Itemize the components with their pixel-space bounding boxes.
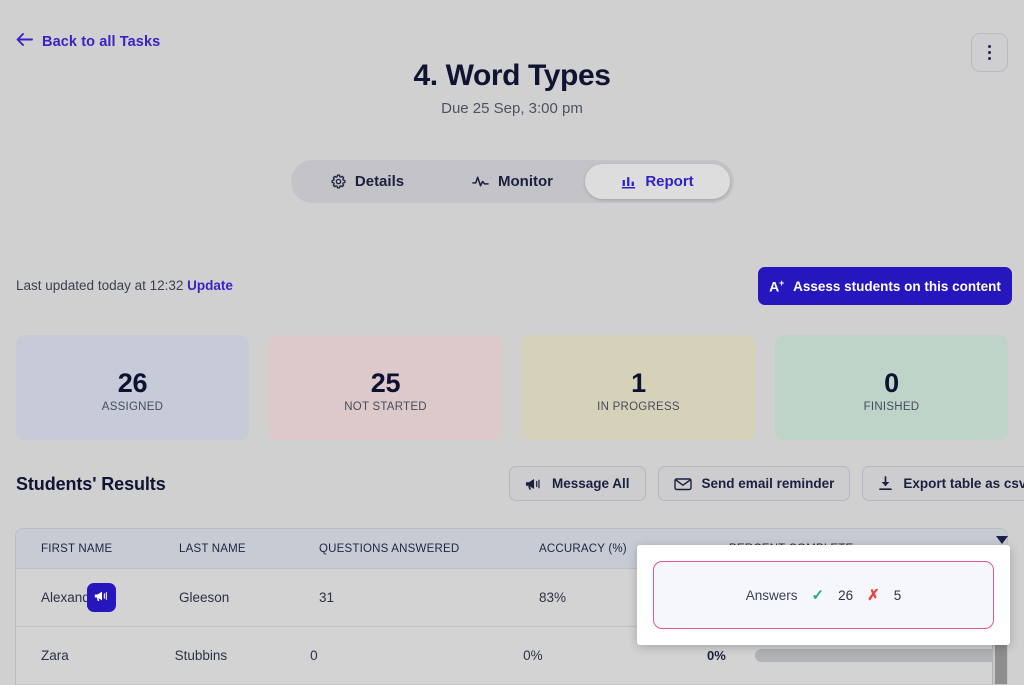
cell-questions-answered: 31 <box>319 590 335 605</box>
send-email-reminder-label: Send email reminder <box>701 476 835 491</box>
results-action-bar: Message All Send email reminder Export t… <box>509 466 1024 501</box>
column-sort-caret-icon[interactable] <box>996 536 1008 544</box>
more-vertical-icon-dot <box>987 45 992 49</box>
title-block: 4. Word Types Due 25 Sep, 3:00 pm <box>0 56 1024 117</box>
back-to-all-tasks-link[interactable]: Back to all Tasks <box>16 33 160 50</box>
answers-correct-value: 26 <box>838 587 854 603</box>
download-icon <box>878 476 893 491</box>
stat-card-assigned: 26 ASSIGNED <box>16 335 249 440</box>
stat-card-not-started: 25 NOT STARTED <box>269 335 502 440</box>
cell-questions-answered: 0 <box>310 648 318 663</box>
message-all-label: Message All <box>552 476 630 491</box>
stat-card-in-progress: 1 IN PROGRESS <box>522 335 755 440</box>
cross-icon: ✗ <box>867 587 880 604</box>
column-header-last-name[interactable]: LAST NAME <box>179 543 319 555</box>
first-name-text: Zara <box>41 648 69 663</box>
stat-label: ASSIGNED <box>101 400 164 413</box>
students-results-title: Students' Results <box>16 474 166 494</box>
stat-label: NOT STARTED <box>344 400 427 413</box>
last-updated-text: Last updated today at 12:32 Update <box>16 278 233 293</box>
column-header-questions-answered[interactable]: QUESTIONS ANSWERED <box>319 543 539 555</box>
assess-students-button[interactable]: A+ Assess students on this content <box>758 267 1012 305</box>
send-email-reminder-button[interactable]: Send email reminder <box>657 466 851 501</box>
tab-report[interactable]: Report <box>585 164 730 199</box>
cell-last-name: Gleeson <box>179 590 230 605</box>
tab-bar: Details Monitor Report <box>291 160 734 203</box>
message-all-button[interactable]: Message All <box>509 466 646 501</box>
envelope-icon <box>673 477 692 491</box>
cell-percent-complete: 0% <box>707 648 1007 663</box>
page-title: 4. Word Types <box>413 59 611 92</box>
update-link[interactable]: Update <box>187 278 233 293</box>
check-icon: ✓ <box>811 587 825 604</box>
bar-chart-icon <box>621 175 636 189</box>
tab-report-label: Report <box>645 173 694 190</box>
cell-last-name: Stubbins <box>174 648 228 663</box>
megaphone-icon <box>525 477 542 491</box>
a-plus-icon: A+ <box>769 277 785 295</box>
cell-first-name: Alexand... <box>16 583 179 612</box>
megaphone-icon <box>94 590 109 605</box>
export-table-csv-button[interactable]: Export table as csv <box>862 466 1024 501</box>
back-to-all-tasks-label: Back to all Tasks <box>42 33 161 50</box>
percent-complete-label: 0% <box>707 648 726 663</box>
stat-label: IN PROGRESS <box>597 400 680 413</box>
tab-monitor-label: Monitor <box>498 173 553 190</box>
answers-tooltip-popup: Answers ✓ 26 ✗ 5 <box>637 545 1010 645</box>
answers-tooltip-content: Answers ✓ 26 ✗ 5 <box>653 561 994 629</box>
answers-incorrect-value: 5 <box>893 587 902 603</box>
export-table-csv-label: Export table as csv <box>903 476 1024 491</box>
tab-details[interactable]: Details <box>295 164 440 199</box>
last-updated-label: Last updated today at 12:32 <box>16 278 184 293</box>
due-date-text: Due 25 Sep, 3:00 pm <box>441 100 583 117</box>
more-vertical-icon-dot <box>987 50 992 55</box>
stat-value: 1 <box>631 367 646 398</box>
stat-value: 26 <box>117 367 148 398</box>
progress-bar <box>755 649 1007 662</box>
assess-students-label: Assess students on this content <box>793 278 1001 294</box>
cell-first-name: Zara <box>16 648 175 663</box>
stat-card-finished: 0 FINISHED <box>775 335 1008 440</box>
gear-icon <box>331 174 346 189</box>
tab-monitor[interactable]: Monitor <box>440 164 585 199</box>
stat-value: 0 <box>884 367 899 398</box>
stat-cards: 26 ASSIGNED 25 NOT STARTED 1 IN PROGRESS… <box>16 335 1008 440</box>
cell-accuracy: 0% <box>523 648 543 663</box>
stat-label: FINISHED <box>863 400 920 413</box>
row-message-badge-button[interactable] <box>87 583 117 612</box>
answers-label: Answers <box>745 587 798 603</box>
tab-details-label: Details <box>354 173 405 190</box>
stat-value: 25 <box>370 367 401 398</box>
arrow-left-icon <box>16 33 33 50</box>
activity-pulse-icon <box>472 174 489 189</box>
column-header-first-name[interactable]: FIRST NAME <box>16 543 179 555</box>
